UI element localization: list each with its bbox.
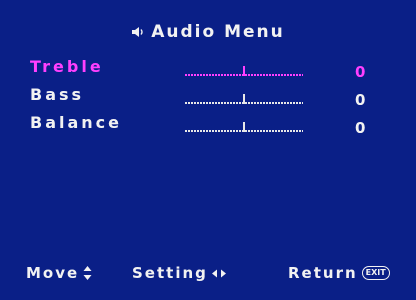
osd-footer-hints: Move Setting Return EXIT <box>0 264 416 286</box>
return-label: Return <box>288 264 358 282</box>
menu-item-value: 0 <box>355 63 366 81</box>
menu-title-bar: Audio Menu <box>0 22 416 42</box>
return-hint: Return EXIT <box>288 264 390 282</box>
setting-label: Setting <box>132 264 208 282</box>
move-hint: Move <box>26 264 92 282</box>
menu-item-balance[interactable]: Balance 0 <box>0 113 416 139</box>
up-down-arrows-icon <box>83 266 92 280</box>
setting-hint: Setting <box>132 264 226 282</box>
move-label: Move <box>26 264 80 282</box>
speaker-icon <box>132 27 143 37</box>
treble-slider[interactable] <box>185 66 303 78</box>
exit-button-icon: EXIT <box>361 266 390 280</box>
balance-slider[interactable] <box>185 122 303 134</box>
menu-item-label: Bass <box>30 85 85 104</box>
menu-item-bass[interactable]: Bass 0 <box>0 85 416 111</box>
audio-menu-osd: Audio Menu Treble 0 Bass 0 Balance 0 Mov… <box>0 0 416 300</box>
bass-slider[interactable] <box>185 94 303 106</box>
menu-item-label: Treble <box>30 57 104 76</box>
menu-item-value: 0 <box>355 119 366 137</box>
left-right-arrows-icon <box>211 269 226 277</box>
menu-title: Audio Menu <box>151 22 285 42</box>
menu-item-value: 0 <box>355 91 366 109</box>
slider-knob[interactable] <box>243 122 245 132</box>
menu-item-treble[interactable]: Treble 0 <box>0 57 416 83</box>
menu-item-label: Balance <box>30 113 122 132</box>
slider-knob[interactable] <box>243 94 245 104</box>
slider-knob[interactable] <box>243 66 245 76</box>
